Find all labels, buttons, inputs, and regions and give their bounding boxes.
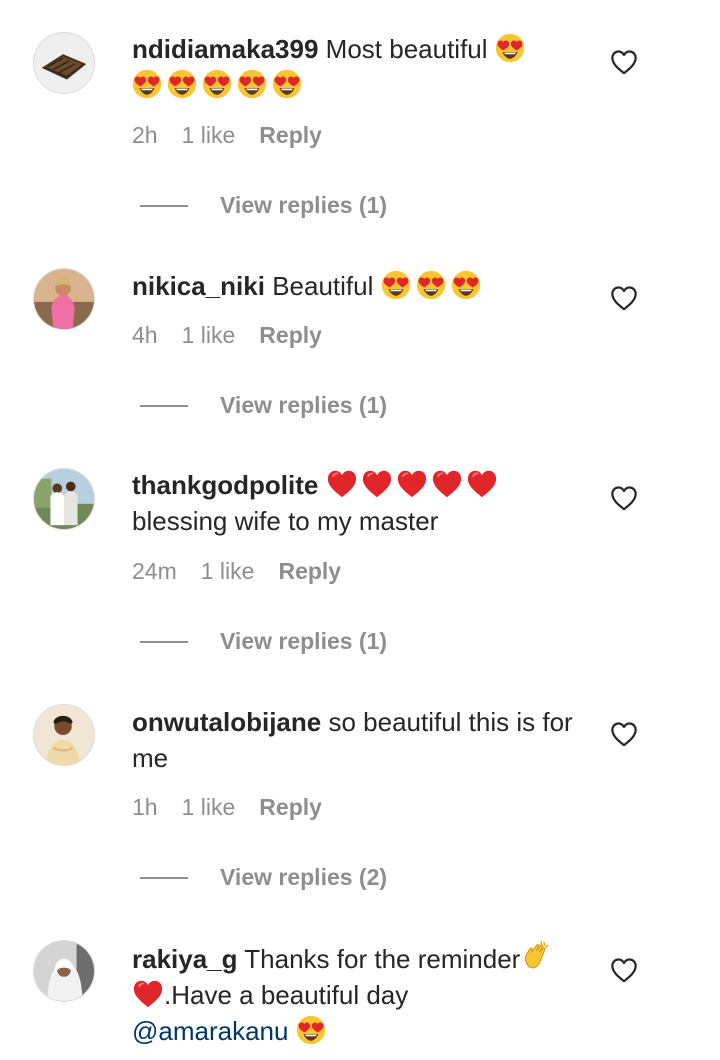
comment-body: thankgodpolite blessing wife to my maste…: [132, 467, 582, 539]
timestamp: 4h: [132, 322, 158, 348]
view-replies-label: View replies (1): [220, 192, 388, 218]
username[interactable]: onwutalobijane: [132, 707, 321, 737]
heart-eyes-emoji: [132, 69, 162, 99]
comment-text: blessing wife to my master: [132, 506, 439, 536]
heart-eyes-emoji: [202, 69, 232, 99]
comment-body: rakiya_g Thanks for the reminder .Have a…: [132, 940, 582, 1049]
divider: [140, 641, 188, 643]
heart-outline-icon[interactable]: [610, 49, 638, 75]
heart-outline-icon[interactable]: [610, 721, 638, 747]
like-count[interactable]: 1 like: [201, 558, 255, 584]
heart-eyes-emoji: [272, 69, 302, 99]
like-count[interactable]: 1 like: [182, 794, 236, 820]
like-count[interactable]: 1 like: [182, 122, 236, 148]
heart-outline-icon[interactable]: [610, 485, 638, 511]
avatar[interactable]: [33, 32, 95, 94]
avatar[interactable]: [33, 940, 95, 1002]
username[interactable]: thankgodpolite: [132, 470, 318, 500]
divider: [140, 205, 188, 207]
username[interactable]: nikica_niki: [132, 271, 265, 301]
comment-meta: 2h 1 like Reply: [132, 120, 346, 150]
heart-outline-icon[interactable]: [610, 285, 638, 311]
heart-outline-icon[interactable]: [610, 957, 638, 983]
comment-text: Thanks for the reminder: [244, 944, 521, 974]
heart-eyes-emoji: [451, 270, 481, 300]
red-heart-emoji: [326, 469, 358, 499]
reply-button[interactable]: Reply: [259, 794, 322, 820]
timestamp: 1h: [132, 794, 158, 820]
avatar[interactable]: [33, 468, 95, 530]
view-replies-label: View replies (2): [220, 864, 388, 890]
heart-eyes-emoji: [296, 1015, 326, 1045]
comment-body: nikica_niki Beautiful: [132, 268, 582, 304]
comment-text-continued: .Have a beautiful day: [164, 980, 409, 1010]
comment-body: ndidiamaka399 Most beautiful: [132, 31, 582, 103]
comment-text: Most beautiful: [325, 34, 488, 64]
comment-body: onwutalobijane so beautiful this is for …: [132, 704, 582, 776]
clapping-hands-emoji: [520, 940, 552, 972]
red-heart-emoji: [132, 979, 164, 1009]
timestamp: 24m: [132, 558, 177, 584]
heart-eyes-emoji: [381, 270, 411, 300]
heart-eyes-emoji: [237, 69, 267, 99]
divider: [140, 405, 188, 407]
heart-eyes-emoji: [416, 270, 446, 300]
reply-button[interactable]: Reply: [259, 122, 322, 148]
username[interactable]: rakiya_g: [132, 944, 238, 974]
heart-eyes-emoji: [495, 33, 525, 63]
username[interactable]: ndidiamaka399: [132, 34, 318, 64]
reply-button[interactable]: Reply: [278, 558, 341, 584]
red-heart-emoji: [466, 469, 498, 499]
like-count[interactable]: 1 like: [182, 322, 236, 348]
red-heart-emoji: [361, 469, 393, 499]
comment-meta: 24m 1 like Reply: [132, 556, 365, 586]
view-replies-label: View replies (1): [220, 628, 388, 654]
view-replies-label: View replies (1): [220, 392, 388, 418]
red-heart-emoji: [431, 469, 463, 499]
red-heart-emoji: [396, 469, 428, 499]
mention-link[interactable]: @amarakanu: [132, 1016, 288, 1046]
timestamp: 2h: [132, 122, 158, 148]
divider: [140, 877, 188, 879]
heart-eyes-emoji: [167, 69, 197, 99]
avatar[interactable]: [33, 704, 95, 766]
avatar[interactable]: [33, 268, 95, 330]
comment-text: Beautiful: [272, 271, 374, 301]
reply-button[interactable]: Reply: [259, 322, 322, 348]
comment-meta: 4h 1 like Reply: [132, 320, 346, 350]
comment-meta: 1h 1 like Reply: [132, 792, 346, 822]
